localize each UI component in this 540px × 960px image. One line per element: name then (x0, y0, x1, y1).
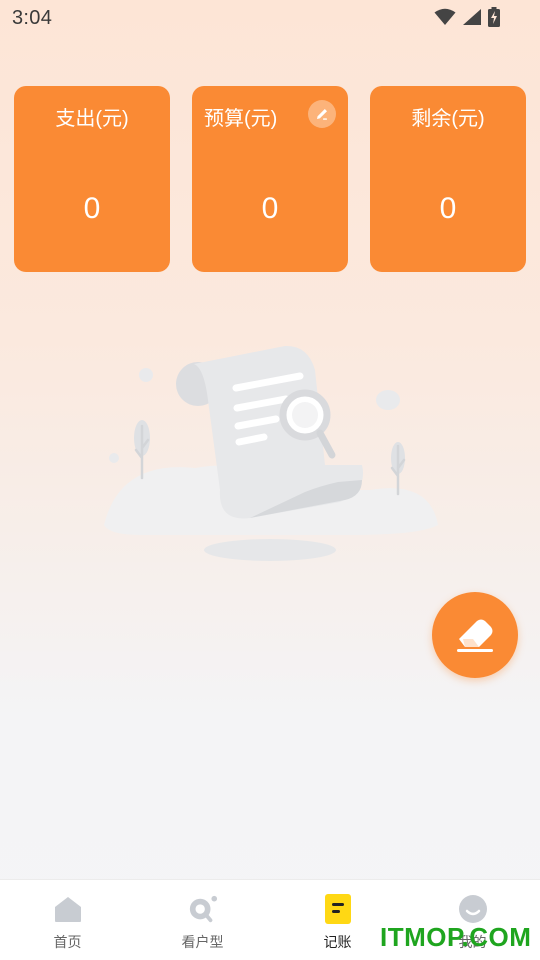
battery-icon (488, 7, 500, 27)
budget-card: 预算(元) 0 (192, 86, 348, 272)
profile-icon (458, 894, 488, 924)
remaining-card-title: 剩余(元) (411, 108, 485, 130)
search-icon (188, 894, 218, 924)
wifi-icon (434, 8, 456, 25)
search-document-icon (104, 345, 438, 561)
remaining-card: 剩余(元) 0 (370, 86, 526, 272)
signal-icon (463, 9, 481, 25)
pencil-icon (317, 109, 327, 120)
home-icon (53, 894, 83, 924)
expense-card-value: 0 (83, 192, 101, 225)
watermark: ITMOP.COM (380, 922, 532, 952)
nav-item-floorplan[interactable]: 看户型 (135, 880, 270, 960)
nav-label-home: 首页 (53, 934, 82, 950)
eraser-icon (457, 619, 493, 652)
status-time: 3:04 (12, 7, 53, 29)
add-record-button[interactable] (432, 592, 518, 678)
ledger-icon (323, 894, 353, 924)
edit-budget-button[interactable] (308, 100, 336, 128)
budget-card-value: 0 (261, 192, 279, 225)
nav-label-floorplan: 看户型 (181, 934, 224, 950)
nav-label-ledger: 记账 (323, 934, 352, 950)
expense-card: 支出(元) 0 (14, 86, 170, 272)
remaining-card-value: 0 (439, 192, 457, 225)
status-icons (434, 6, 500, 28)
status-bar: 3:04 (0, 0, 540, 36)
expense-card-title: 支出(元) (55, 108, 129, 130)
nav-item-home[interactable]: 首页 (0, 880, 135, 960)
